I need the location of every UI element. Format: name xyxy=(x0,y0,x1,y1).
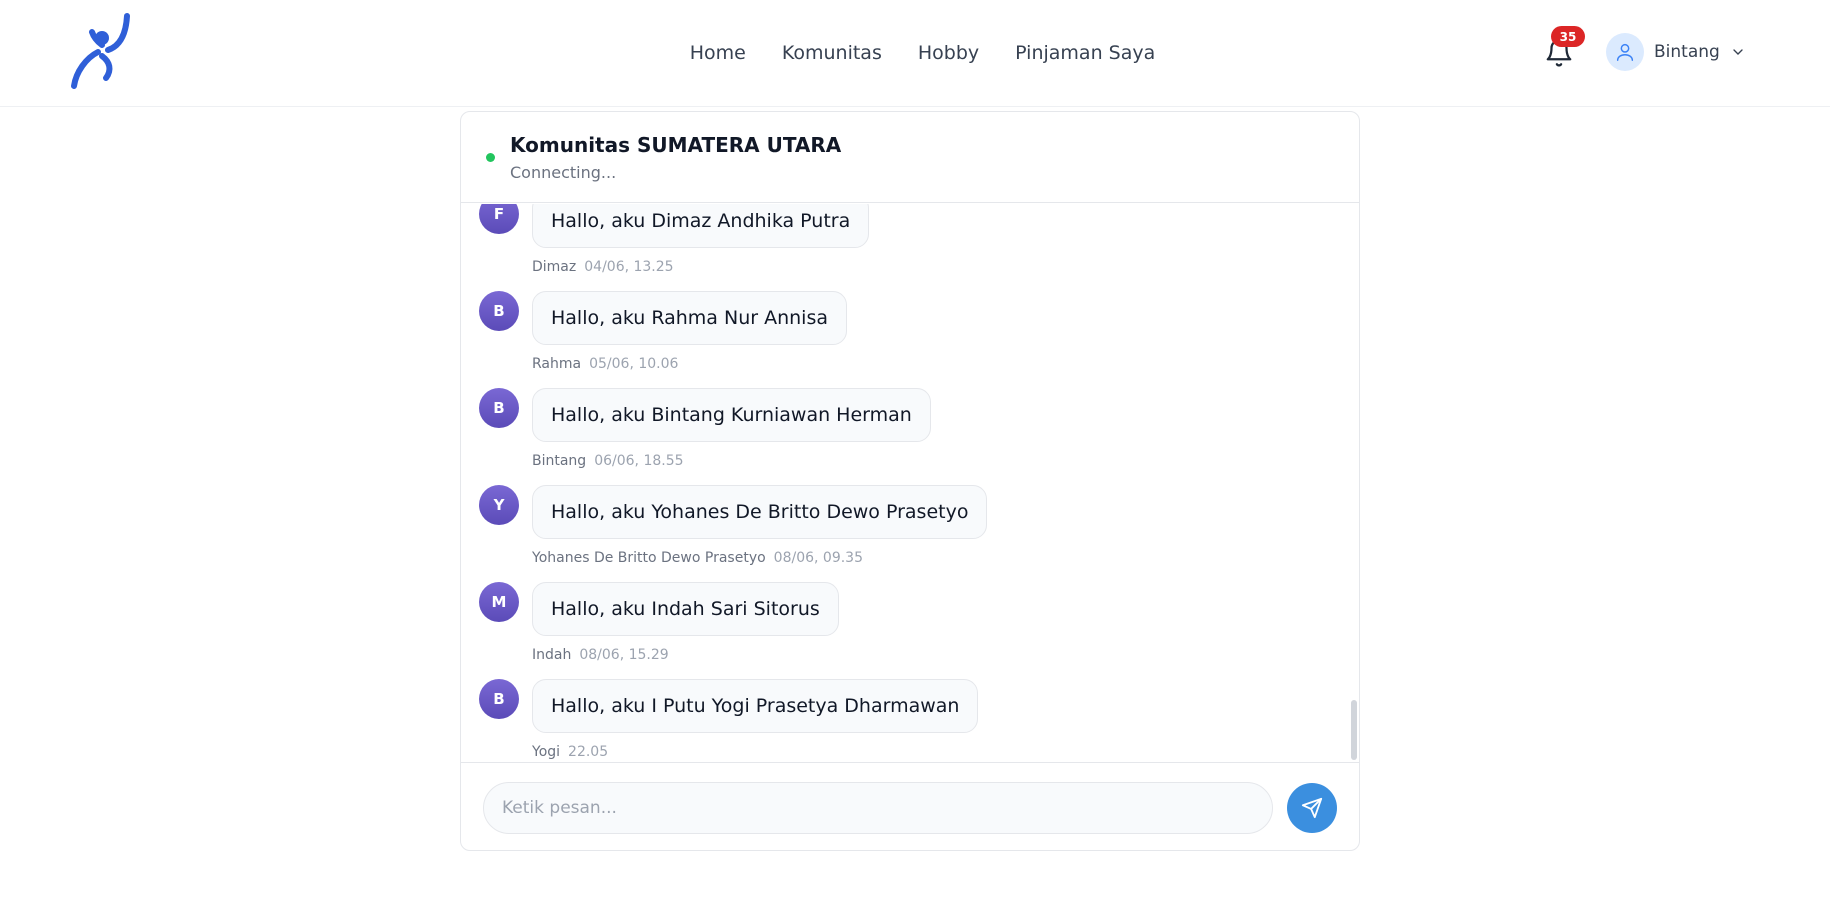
message-list[interactable]: F Hallo, aku Dimaz Andhika Putra Dimaz 04… xyxy=(461,204,1359,762)
sender-avatar: B xyxy=(479,679,519,719)
nav-home[interactable]: Home xyxy=(690,42,746,64)
user-icon xyxy=(1616,43,1634,61)
nav-pinjaman-saya[interactable]: Pinjaman Saya xyxy=(1015,42,1155,64)
top-header: Home Komunitas Hobby Pinjaman Saya 35 Bi… xyxy=(0,0,1830,107)
sender-name: Rahma xyxy=(532,356,582,372)
user-name: Bintang xyxy=(1654,42,1720,62)
user-menu[interactable]: Bintang xyxy=(1606,33,1746,71)
notification-badge: 35 xyxy=(1551,26,1585,47)
send-icon xyxy=(1301,797,1323,819)
message-bubble: Hallo, aku Bintang Kurniawan Herman xyxy=(532,388,931,442)
sender-avatar: F xyxy=(479,204,519,234)
message-meta: Yogi 22.05 xyxy=(532,744,608,760)
scrollbar-thumb[interactable] xyxy=(1351,700,1357,760)
message-bubble: Hallo, aku Rahma Nur Annisa xyxy=(532,291,848,345)
message-composer xyxy=(461,762,1359,850)
sender-avatar: Y xyxy=(479,485,519,525)
sender-name: Bintang xyxy=(532,453,587,469)
nav-hobby[interactable]: Hobby xyxy=(918,42,979,64)
sender-name: Indah xyxy=(532,647,572,663)
message-time: 08/06, 15.29 xyxy=(579,647,669,663)
send-button[interactable] xyxy=(1287,783,1337,833)
connection-status-text: Connecting... xyxy=(510,163,617,182)
message-time: 05/06, 10.06 xyxy=(589,356,679,372)
message-time: 08/06, 09.35 xyxy=(773,550,863,566)
chat-header: Komunitas SUMATERA UTARA Connecting... xyxy=(461,112,1359,203)
message-bubble: Hallo, aku I Putu Yogi Prasetya Dharmawa… xyxy=(532,679,979,733)
chevron-down-icon xyxy=(1733,49,1743,55)
message-scrollbar[interactable] xyxy=(1351,204,1359,762)
message-time: 06/06, 18.55 xyxy=(594,453,684,469)
sender-avatar: B xyxy=(479,291,519,331)
message-bubble: Hallo, aku Yohanes De Britto Dewo Praset… xyxy=(532,485,988,539)
chat-room-title: Komunitas SUMATERA UTARA xyxy=(510,133,842,157)
message-meta: Bintang 06/06, 18.55 xyxy=(532,453,684,469)
message-time: 22.05 xyxy=(568,744,609,760)
sender-avatar: M xyxy=(479,582,519,622)
sender-name: Yogi xyxy=(532,744,561,760)
message-bubble: Hallo, aku Indah Sari Sitorus xyxy=(532,582,839,636)
sender-avatar: B xyxy=(479,388,519,428)
message-input[interactable] xyxy=(483,782,1273,834)
user-avatar xyxy=(1606,33,1644,71)
connection-status-dot xyxy=(486,153,495,162)
nav-komunitas[interactable]: Komunitas xyxy=(782,42,882,64)
sender-name: Yohanes De Britto Dewo Prasetyo xyxy=(532,550,766,566)
message-meta: Yohanes De Britto Dewo Prasetyo 08/06, 09… xyxy=(532,550,863,566)
message-meta: Dimaz 04/06, 13.25 xyxy=(532,259,674,275)
message-meta: Indah 08/06, 15.29 xyxy=(532,647,669,663)
chat-card: Komunitas SUMATERA UTARA Connecting... F… xyxy=(460,111,1360,851)
sender-name: Dimaz xyxy=(532,259,577,275)
message-bubble: Hallo, aku Dimaz Andhika Putra xyxy=(532,204,870,248)
message-time: 04/06, 13.25 xyxy=(584,259,674,275)
message-meta: Rahma 05/06, 10.06 xyxy=(532,356,678,372)
